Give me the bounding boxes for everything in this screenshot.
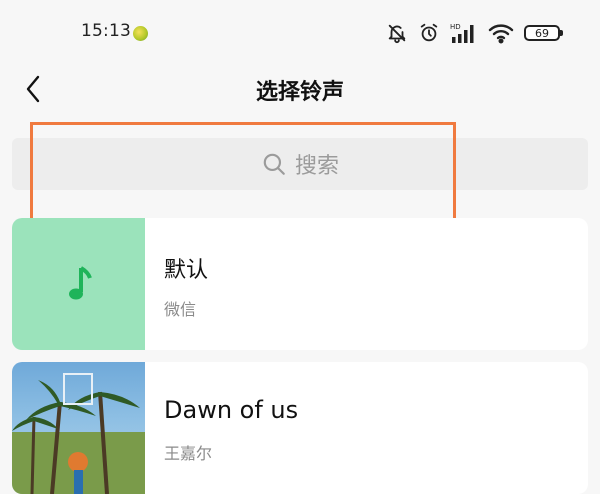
ringtone-item[interactable]: Dawn of us 王嘉尔 [12, 362, 588, 494]
ringtone-item[interactable]: 默认 微信 [12, 218, 588, 350]
page-title: 选择铃声 [255, 80, 344, 105]
notifications-muted-icon [386, 22, 408, 44]
ringtone-subtitle: 王嘉尔 [164, 444, 213, 463]
music-note-icon [68, 266, 92, 300]
search-icon [263, 153, 285, 175]
header: 选择铃声 [0, 68, 600, 114]
search-input[interactable]: 搜索 [12, 138, 588, 190]
alarm-clock-icon [418, 22, 440, 44]
battery-level: 69 [535, 26, 549, 40]
album-cover-palm-trees [12, 362, 145, 494]
status-time: 15:13 [81, 21, 131, 41]
hd-signal-icon: HD [450, 22, 478, 44]
ringtone-thumbnail [12, 218, 145, 350]
battery-icon: 69 [524, 25, 563, 41]
search-placeholder: 搜索 [294, 154, 339, 179]
svg-text:HD: HD [450, 23, 461, 31]
wifi-icon [488, 22, 514, 44]
status-icons: HD 69 [386, 18, 563, 48]
ringtone-title: 默认 [164, 258, 209, 283]
status-bar: 15:13 HD 69 [0, 0, 600, 68]
app-notification-icon [133, 26, 148, 41]
ringtone-subtitle: 微信 [164, 300, 197, 319]
ringtone-title: Dawn of us [164, 396, 299, 424]
